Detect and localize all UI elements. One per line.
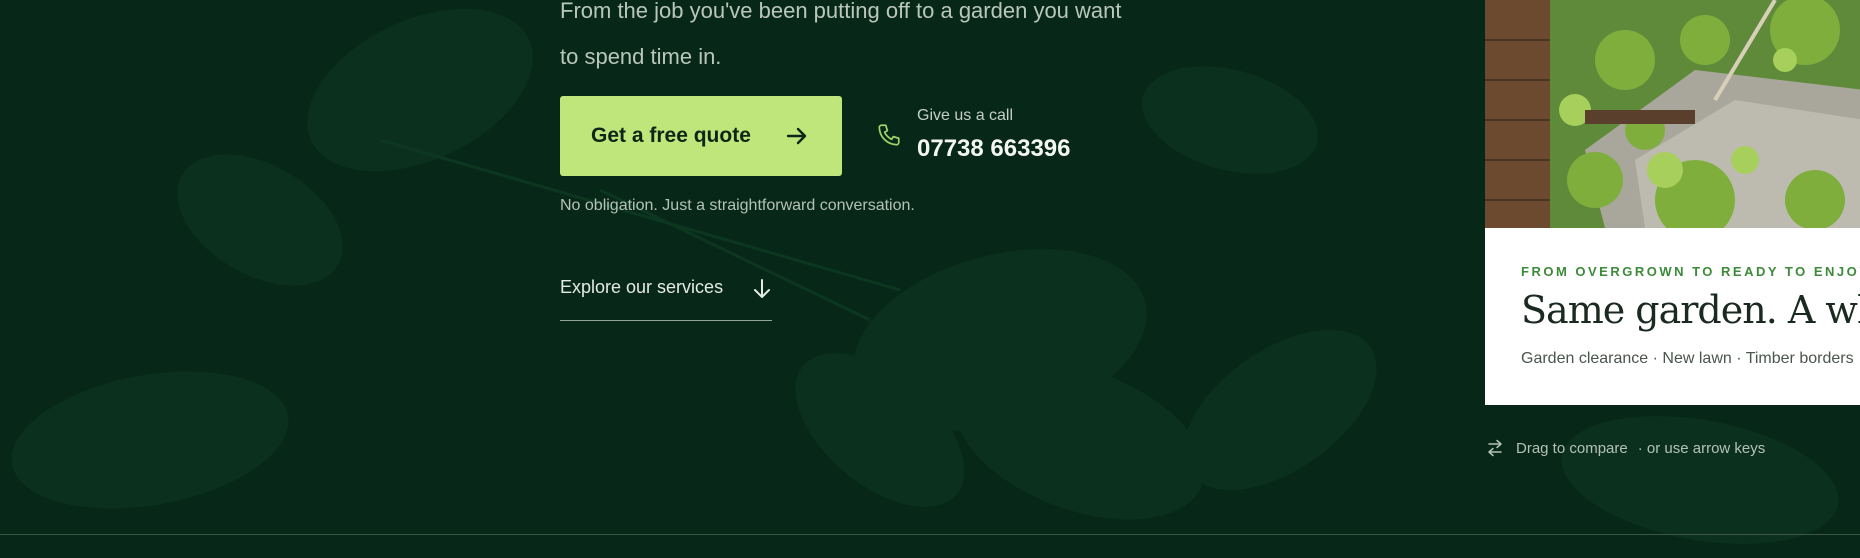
explore-services-label: Explore our services [560,277,724,297]
arrow-down-icon [754,279,770,298]
garden-before-photo [1485,0,1860,228]
phone-icon [878,124,900,146]
drag-label: Drag to compare [1516,439,1628,457]
compare-eyebrow: FROM OVERGROWN TO READY TO ENJOY [1521,264,1860,279]
get-quote-label: Get a free quote [591,124,751,147]
hero-subtitle: From the job you've been putting off to … [560,0,1160,80]
explore-services-link[interactable]: Explore our services [560,277,772,321]
hero-subtitle-line-2: to spend time in. [560,44,722,69]
swap-arrows-icon [1488,439,1502,457]
before-after-slider[interactable]: FROM OVERGROWN TO READY TO ENJOY Same ga… [1485,0,1860,405]
compare-title: Same garden. A whole [1521,288,1860,332]
arrow-right-icon [786,127,807,145]
get-quote-button[interactable]: Get a free quote [560,96,842,176]
compare-services: Garden clearance · New lawn · Timber bor… [1521,350,1854,367]
quote-note: No obligation. Just a straightforward co… [560,197,915,214]
drag-hint: Drag to compare · or use arrow keys [1486,439,1765,457]
hero-subtitle-line-1: From the job you've been putting off to … [560,0,1122,23]
call-label: Give us a call [917,107,1014,124]
phone-number-link[interactable]: 07738 663396 [917,135,1071,163]
drag-extra: · or use arrow keys [1637,439,1766,457]
section-divider [0,534,1860,535]
